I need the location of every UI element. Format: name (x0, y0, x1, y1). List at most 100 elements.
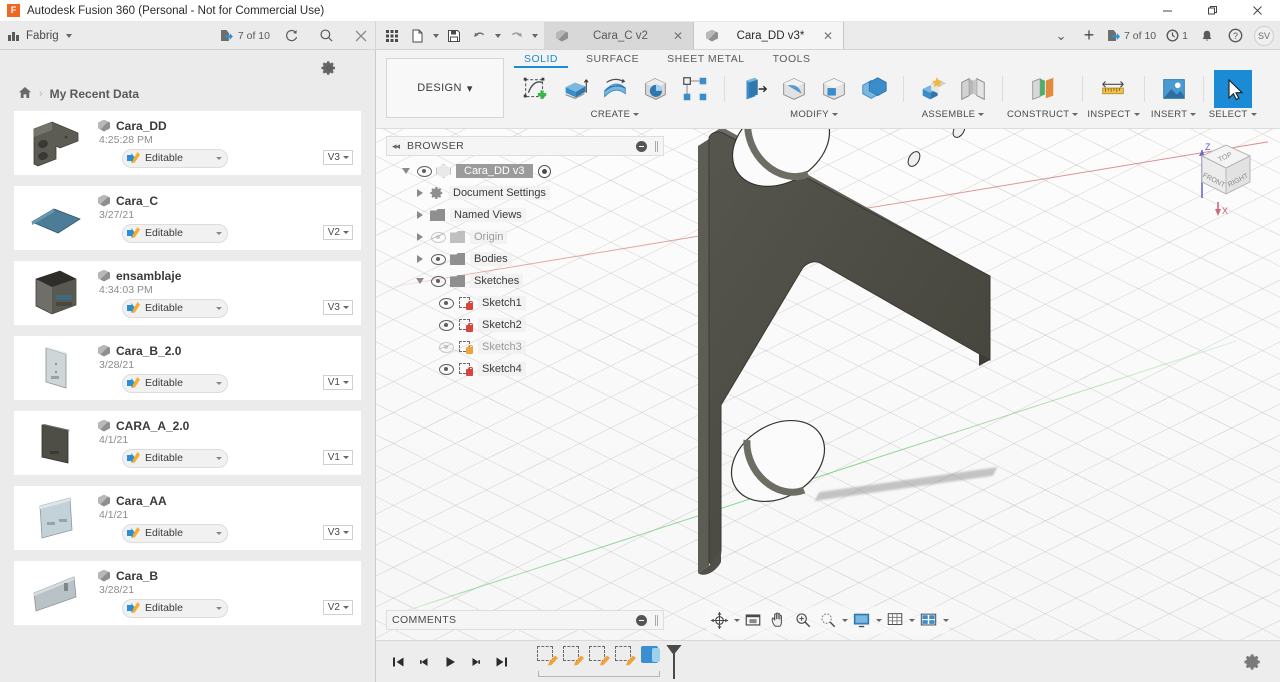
timeline-sketch-3[interactable] (588, 645, 610, 667)
close-panel-icon[interactable] (347, 29, 375, 43)
press-pull-icon[interactable] (735, 70, 773, 108)
look-at-icon[interactable] (741, 607, 765, 633)
tab-solid[interactable]: SOLID (510, 50, 572, 68)
timeline-sketch-1[interactable] (536, 645, 558, 667)
list-item[interactable]: Cara_B_2.0 3/28/21 Editable V1 (14, 336, 361, 400)
offset-plane-icon[interactable] (1024, 70, 1062, 108)
expander-closed-icon[interactable] (414, 211, 425, 219)
pattern-icon[interactable] (676, 70, 714, 108)
fillet-icon[interactable] (775, 70, 813, 108)
shell-icon[interactable] (815, 70, 853, 108)
close-icon[interactable]: ✕ (823, 29, 833, 43)
orbit-dropdown-icon[interactable] (734, 618, 740, 622)
list-item[interactable]: Cara_DD 4:25:28 PM Editable V3 (14, 111, 361, 175)
view-cube[interactable]: Z X TOP FRONT RIGHT (1172, 130, 1262, 220)
add-comment-icon[interactable] (636, 614, 647, 626)
item-state-dropdown[interactable]: Editable (122, 373, 228, 393)
avatar[interactable]: SV (1254, 25, 1274, 46)
resize-grip[interactable] (655, 614, 658, 626)
breadcrumb-label[interactable]: My Recent Data (50, 87, 139, 101)
expander-closed-icon[interactable] (414, 255, 425, 263)
timeline-features[interactable] (534, 644, 682, 679)
item-version-dropdown[interactable]: V1 (322, 375, 353, 390)
resize-grip[interactable] (655, 140, 658, 152)
step-back-icon[interactable] (416, 653, 432, 671)
visibility-icon[interactable] (438, 319, 454, 331)
zoom-icon[interactable] (791, 607, 815, 633)
tree-node-cara-dd[interactable]: Cara_DD v3 (386, 160, 664, 182)
tree-node-document-settings[interactable]: Document Settings (386, 182, 664, 204)
expander-closed-icon[interactable] (414, 233, 425, 241)
tree-node-sketch1[interactable]: Sketch1 (386, 292, 664, 314)
step-forward-icon[interactable] (468, 653, 484, 671)
fit-icon[interactable] (816, 607, 840, 633)
list-item[interactable]: ensamblaje 4:34:03 PM Editable V3 (14, 261, 361, 325)
viewports-icon[interactable] (916, 607, 941, 633)
list-item[interactable]: Cara_B 3/28/21 Editable V2 (14, 561, 361, 625)
pending-jobs-indicator[interactable]: 1 (1162, 29, 1192, 42)
orbit-icon[interactable] (707, 607, 732, 633)
tree-node-named-views[interactable]: Named Views (386, 204, 664, 226)
visibility-icon[interactable] (438, 363, 454, 375)
new-file-icon[interactable] (405, 23, 429, 49)
extrude-icon[interactable] (556, 70, 594, 108)
timeline-sketch-4[interactable] (614, 645, 636, 667)
document-tab-cara-dd[interactable]: Cara_DD v3* ✕ (694, 22, 844, 49)
visibility-off-icon[interactable] (438, 341, 454, 353)
display-dropdown-icon[interactable] (876, 618, 882, 622)
item-state-dropdown[interactable]: Editable (122, 448, 228, 468)
sweep-icon[interactable] (636, 70, 674, 108)
tree-node-sketch4[interactable]: Sketch4 (386, 358, 664, 380)
item-version-dropdown[interactable]: V3 (322, 525, 353, 540)
minimize-button[interactable] (1145, 0, 1190, 21)
tree-node-sketch2[interactable]: Sketch2 (386, 314, 664, 336)
item-version-dropdown[interactable]: V2 (322, 225, 353, 240)
new-file-dropdown-icon[interactable] (430, 23, 441, 49)
redo-dropdown-icon[interactable] (529, 23, 540, 49)
tree-node-origin[interactable]: Origin (386, 226, 664, 248)
document-tab-cara-c[interactable]: Cara_C v2 ✕ (544, 22, 694, 49)
combine-icon[interactable] (855, 70, 893, 108)
pan-icon[interactable] (766, 607, 790, 633)
timeline-sketch-2[interactable] (562, 645, 584, 667)
joint-icon[interactable] (954, 70, 992, 108)
expander-open-icon[interactable] (414, 278, 425, 284)
close-icon[interactable]: ✕ (673, 29, 683, 43)
tab-tools[interactable]: TOOLS (759, 50, 825, 67)
help-icon[interactable]: ? (1222, 23, 1248, 49)
item-state-dropdown[interactable]: Editable (122, 223, 228, 243)
tab-sheet-metal[interactable]: SHEET METAL (653, 50, 758, 67)
visibility-icon[interactable] (430, 253, 446, 265)
tree-node-bodies[interactable]: Bodies (386, 248, 664, 270)
panel-assemble-label[interactable]: ASSEMBLE (922, 109, 985, 120)
panel-select-label[interactable]: SELECT (1209, 109, 1257, 120)
panel-modify-label[interactable]: MODIFY (790, 109, 838, 120)
item-version-dropdown[interactable]: V1 (322, 450, 353, 465)
item-version-dropdown[interactable]: V3 (322, 300, 353, 315)
visibility-icon[interactable] (416, 165, 432, 177)
item-state-dropdown[interactable]: Editable (122, 148, 228, 168)
visibility-icon[interactable] (438, 297, 454, 309)
panel-inspect-label[interactable]: INSPECT (1087, 109, 1140, 120)
browser-tree[interactable]: Cara_DD v3 Document Settings Named Views (386, 156, 664, 380)
gear-icon[interactable] (1242, 651, 1264, 673)
panel-insert-label[interactable]: INSERT (1151, 109, 1197, 120)
grid-dropdown-icon[interactable] (909, 618, 915, 622)
workspace-switcher[interactable]: DESIGN ▾ (386, 58, 504, 118)
search-icon[interactable] (312, 28, 340, 43)
undo-dropdown-icon[interactable] (492, 23, 503, 49)
go-to-beginning-icon[interactable] (390, 653, 406, 671)
timeline-extrude-1[interactable] (640, 645, 662, 667)
new-component-icon[interactable] (914, 70, 952, 108)
item-version-dropdown[interactable]: V3 (322, 150, 353, 165)
chevron-down-icon[interactable] (65, 33, 72, 38)
visibility-icon[interactable] (430, 275, 446, 287)
bell-icon[interactable] (1194, 23, 1220, 49)
insert-image-icon[interactable] (1155, 70, 1193, 108)
list-item[interactable]: CARA_A_2.0 4/1/21 Editable V1 (14, 411, 361, 475)
item-state-dropdown[interactable]: Editable (122, 598, 228, 618)
play-icon[interactable] (442, 653, 458, 671)
recent-data-list[interactable]: Cara_DD 4:25:28 PM Editable V3 Cara_C 3/… (0, 111, 375, 682)
tab-list-dropdown-icon[interactable]: ⌄ (1048, 23, 1074, 49)
display-settings-icon[interactable] (849, 607, 874, 633)
